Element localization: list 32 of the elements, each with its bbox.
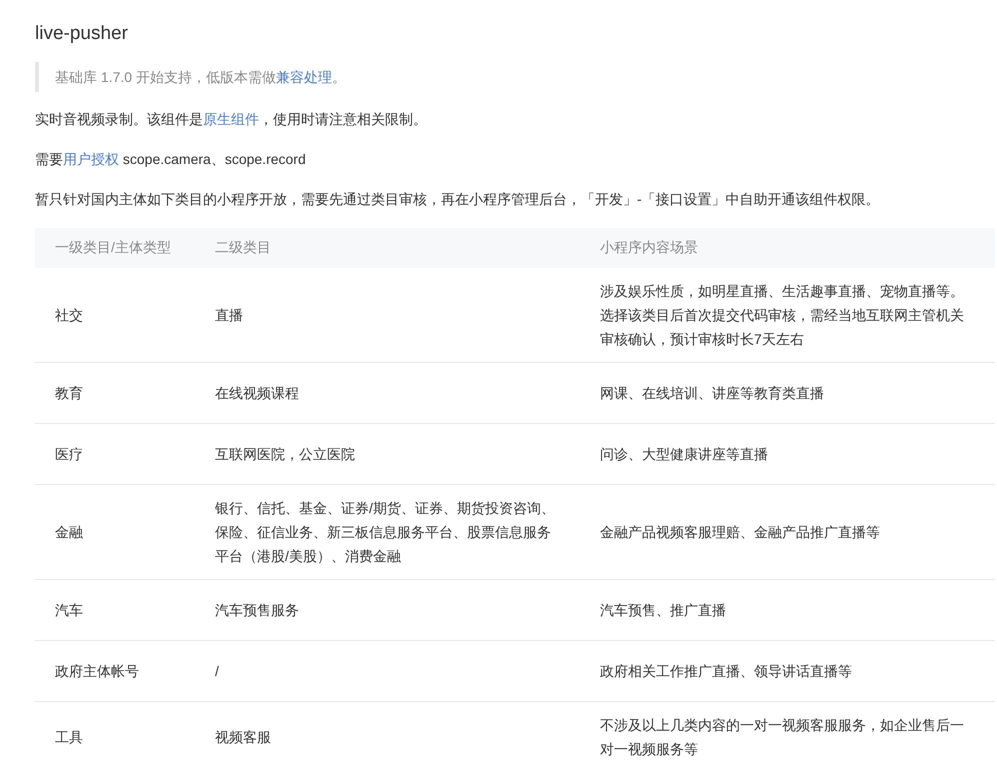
table-cell: / — [195, 640, 580, 702]
column-header: 小程序内容场景 — [580, 228, 995, 268]
text-link[interactable]: 原生组件 — [203, 111, 259, 127]
table-cell: 在线视频课程 — [195, 362, 580, 424]
paragraph: 实时音视频录制。该组件是原生组件，使用时请注意相关限制。 — [35, 110, 428, 129]
table-cell: 社交 — [35, 268, 195, 362]
text-link[interactable]: 用户授权 — [63, 151, 119, 167]
table-cell: 教育 — [35, 362, 195, 424]
paragraph: 需要用户授权 scope.camera、scope.record — [35, 150, 307, 169]
table-cell: 汽车预售、推广直播 — [580, 580, 995, 640]
table-cell: 涉及娱乐性质，如明星直播、生活趣事直播、宠物直播等。选择该类目后首次提交代码审核，需经当地互联网主管机关审核确认，预计审核时长7天左右 — [580, 268, 995, 362]
table-cell: 金融产品视频客服理赔、金融产品推广直播等 — [580, 484, 995, 580]
table-cell: 工具 — [35, 702, 195, 768]
table-cell: 汽车 — [35, 580, 195, 640]
compat-link[interactable]: 兼容处理 — [276, 69, 332, 85]
table-cell: 问诊、大型健康讲座等直播 — [580, 424, 995, 484]
table-cell: 直播 — [195, 268, 580, 362]
table-cell: 网课、在线培训、讲座等教育类直播 — [580, 362, 995, 424]
table-cell: 银行、信托、基金、证券/期货、证券、期货投资咨询、保险、征信业务、新三板信息服务平台、股票信息服务平台（港股/美股）、消费金融 — [195, 484, 580, 580]
paragraph: 暂只针对国内主体如下类目的小程序开放，需要先通过类目审核，再在小程序管理后台，「开发」-「接口设置」中自助开通该组件权限。 — [35, 190, 881, 209]
table-cell: 政府主体帐号 — [35, 640, 195, 702]
table-cell: 互联网医院，公立医院 — [195, 424, 580, 484]
table-cell: 金融 — [35, 484, 195, 580]
table-cell: 汽车预售服务 — [195, 580, 580, 640]
table-cell: 医疗 — [35, 424, 195, 484]
table-cell: 视频客服 — [195, 702, 580, 768]
table-cell: 不涉及以上几类内容的一对一视频客服服务，如企业售后一对一视频服务等 — [580, 702, 995, 768]
table-cell: 政府相关工作推广直播、领导讲话直播等 — [580, 640, 995, 702]
column-header: 一级类目/主体类型 — [35, 228, 195, 268]
column-header: 二级类目 — [195, 228, 580, 268]
page-title: live-pusher — [35, 22, 129, 46]
notice-text: 基础库 1.7.0 开始支持，低版本需做兼容处理。 — [55, 69, 346, 85]
